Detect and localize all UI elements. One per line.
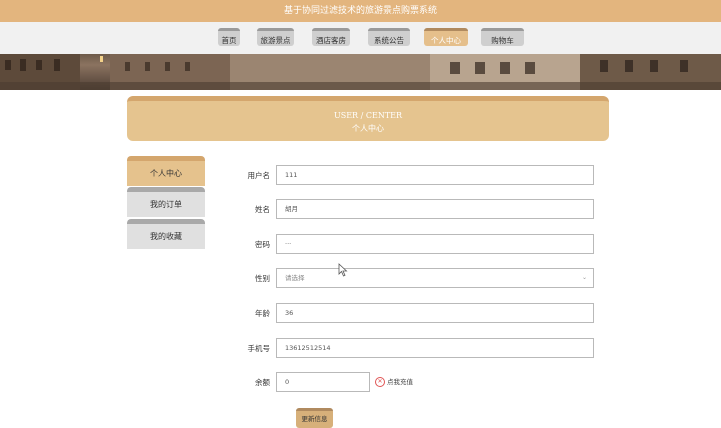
phone-field[interactable]: 13612512514 — [276, 338, 594, 358]
header-title-cn: 个人中心 — [352, 124, 384, 133]
nav-user-center[interactable]: 个人中心 — [424, 28, 468, 46]
password-label: 密码 — [255, 240, 270, 249]
username-field[interactable]: 111 — [276, 165, 594, 185]
sidebar-item-user-center[interactable]: 个人中心 — [127, 156, 205, 186]
name-label: 姓名 — [255, 205, 270, 214]
gender-placeholder: 请选择 — [285, 274, 305, 282]
recharge-link[interactable]: ✕ 点我充值 — [375, 376, 413, 388]
mouse-cursor-icon — [338, 263, 348, 277]
username-label: 用户名 — [247, 171, 271, 180]
update-info-button[interactable]: 更新信息 — [296, 408, 333, 428]
recharge-icon: ✕ — [375, 377, 385, 387]
chevron-down-icon: ⌄ — [581, 274, 587, 281]
page-header: USER / CENTER 个人中心 — [127, 96, 609, 141]
banner-image — [0, 54, 721, 90]
nav-hotel-rooms[interactable]: 酒店客房 — [312, 28, 350, 46]
recharge-label: 点我充值 — [387, 378, 413, 386]
app-title: 基于协同过滤技术的旅游景点购票系统 — [0, 0, 721, 22]
nav-home[interactable]: 首页 — [218, 28, 240, 46]
nav-attractions[interactable]: 旅游景点 — [257, 28, 294, 46]
header-title-en: USER / CENTER — [333, 111, 403, 120]
password-field[interactable]: ··· — [276, 234, 594, 254]
nav-announcements[interactable]: 系统公告 — [368, 28, 410, 46]
name-field[interactable]: 胡月 — [276, 199, 594, 219]
balance-label: 余额 — [255, 378, 270, 387]
nav-cart[interactable]: 购物车 — [481, 28, 524, 46]
age-label: 年龄 — [255, 309, 270, 318]
sidebar-item-my-orders[interactable]: 我的订单 — [127, 187, 205, 217]
sidebar-item-my-favorites[interactable]: 我的收藏 — [127, 219, 205, 249]
age-field[interactable]: 36 — [276, 303, 594, 323]
balance-field[interactable]: 0 — [276, 372, 370, 392]
phone-label: 手机号 — [247, 344, 271, 353]
gender-label: 性别 — [255, 274, 270, 283]
gender-select[interactable]: 请选择 ⌄ — [276, 268, 594, 288]
nav-bar — [0, 22, 721, 54]
